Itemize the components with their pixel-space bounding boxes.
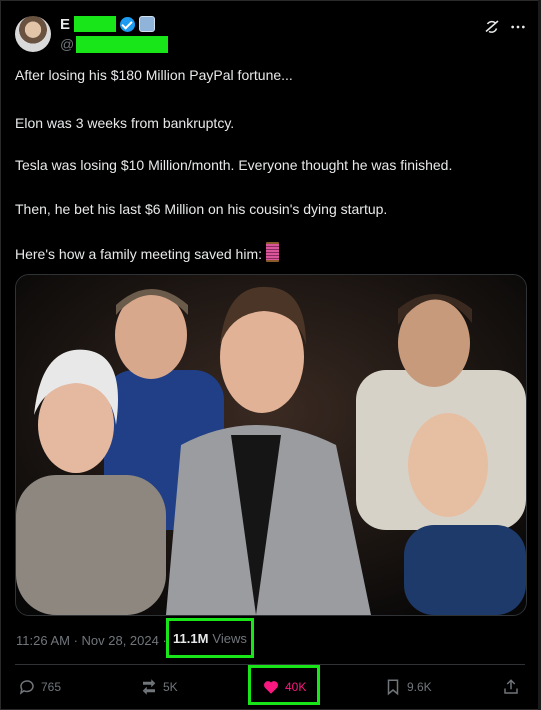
post-timestamp[interactable]: 11:26 AM · Nov 28, 2024 ·: [16, 633, 167, 648]
author-name-initial[interactable]: E: [60, 16, 70, 33]
author-handle-prefix: @: [60, 36, 75, 52]
post-image[interactable]: [15, 274, 527, 616]
thread-spool-icon: [266, 242, 279, 262]
repost-icon: [142, 679, 156, 695]
post-line-4: Then, he bet his last $6 Million on his …: [15, 200, 387, 219]
like-button[interactable]: 40K: [262, 676, 306, 698]
affiliation-badge-icon[interactable]: [139, 16, 156, 32]
share-button[interactable]: [502, 676, 520, 698]
post-line-4-text: Then, he bet his last $6 Million on his …: [15, 201, 388, 217]
post-image-illustration: [16, 275, 526, 615]
person-front-right-body: [404, 525, 526, 615]
like-count: 40K: [285, 680, 307, 694]
post-line-1: After losing his $180 Million PayPal for…: [15, 67, 293, 83]
author-name-redaction: [74, 16, 117, 32]
repost-count: 5K: [163, 680, 178, 694]
author-handle-row[interactable]: @: [60, 35, 169, 53]
repost-button[interactable]: 5K: [140, 676, 178, 698]
post-line-5: Here's how a family meeting saved him:: [15, 242, 279, 264]
post-line-2: Elon was 3 weeks from bankruptcy.: [15, 115, 235, 131]
views-count: 11.1M: [173, 630, 209, 646]
avatar[interactable]: [15, 16, 51, 52]
views-label: Views: [212, 630, 247, 646]
post-meta: 11:26 AM · Nov 28, 2024 ·: [16, 630, 167, 650]
bookmark-icon: [387, 679, 399, 696]
heart-icon: [264, 681, 278, 694]
verified-badge-icon[interactable]: [120, 16, 136, 32]
views-highlight[interactable]: 11.1M Views: [166, 618, 254, 658]
bookmark-button[interactable]: 9.6K: [384, 676, 432, 698]
reply-button[interactable]: 765: [18, 676, 61, 698]
post-line-3: Tesla was losing $10 Million/month. Ever…: [15, 157, 453, 173]
grok-icon[interactable]: [483, 18, 501, 36]
post-line-5-text: Here's how a family meeting saved him:: [15, 246, 262, 262]
bookmark-count: 9.6K: [407, 680, 432, 694]
share-icon: [504, 679, 518, 694]
reply-count: 765: [41, 680, 62, 694]
reply-icon: [19, 680, 34, 695]
person-front-left-body: [16, 475, 166, 615]
more-icon[interactable]: [510, 18, 526, 36]
author-handle-redaction: [76, 35, 169, 53]
author-name-row[interactable]: E: [60, 14, 156, 34]
person-front-right-head: [408, 413, 488, 517]
